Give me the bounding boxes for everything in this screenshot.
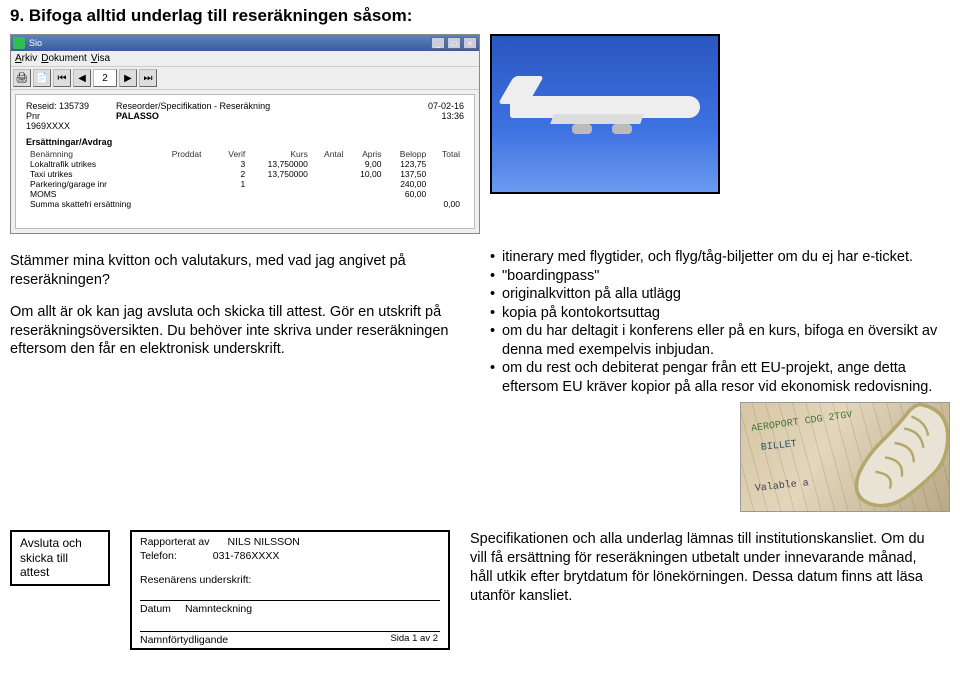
next-page-icon[interactable]: ▶ [119, 69, 137, 87]
close-button[interactable]: × [463, 37, 477, 49]
print-icon[interactable]: 🖨 [13, 69, 31, 87]
namnteckning-label: Namnteckning [185, 603, 252, 615]
table-row: Lokaltrafik utrikes313,7500009,00123,75 [26, 159, 464, 169]
submit-line1: Avsluta och [20, 536, 100, 550]
bullet-cardcopy: kopia på kontokortsuttag [490, 304, 950, 323]
rapporterat-label: Rapporterat av [140, 536, 209, 548]
menu-dokument[interactable]: Dokument [41, 53, 87, 64]
maximize-button[interactable]: □ [447, 37, 461, 49]
col-benamning: Benämning [26, 149, 168, 159]
airplane-image [490, 34, 720, 194]
first-page-icon[interactable]: ⏮ [53, 69, 71, 87]
last-page-icon[interactable]: ⏭ [139, 69, 157, 87]
bullet-itinerary: itinerary med flygtider, och flyg/tåg-bi… [490, 248, 950, 267]
check-paragraph: Stämmer mina kvitton och valutakurs, med… [10, 252, 470, 289]
app-title: Sio [29, 38, 42, 48]
telefon-value: 031-786XXXX [183, 550, 280, 562]
bullet-boardingpass: "boardingpass" [490, 267, 950, 286]
datum-label: Datum [140, 603, 171, 615]
table-row: Parkering/garage inr1240,00 [26, 179, 464, 189]
top-images-row: Sio _ □ × Arkiv Dokument Visa 🖨 📄 ⏮ ◀ 2 … [10, 34, 950, 234]
finish-paragraph: Om allt är ok kan jag avsluta och skicka… [10, 303, 470, 359]
page-indicator: Sida 1 av 2 [390, 633, 438, 644]
bullet-eu: om du rest och debiterat pengar från ett… [490, 359, 950, 396]
spec-title: Reseorder/Specifikation - Reseräkning [116, 101, 394, 111]
shoe-stamp-icon [827, 402, 950, 512]
signature-box: Rapporterat av NILS NILSSON Telefon: 031… [130, 530, 450, 650]
col-belopp: Belopp [385, 149, 430, 159]
table-row: MOMS60,00 [26, 189, 464, 199]
table-row: Summa skattefri ersättning0,00 [26, 199, 464, 209]
left-text-column: Stämmer mina kvitton och valutakurs, med… [10, 248, 470, 512]
window-titlebar: Sio _ □ × [11, 35, 479, 51]
pnr-value: 1969XXXX [26, 121, 70, 131]
bullet-receipts: originalkvitton på alla utlägg [490, 285, 950, 304]
prev-page-icon[interactable]: ◀ [73, 69, 91, 87]
table-row: Taxi utrikes213,75000010,00137,50 [26, 169, 464, 179]
minimize-button[interactable]: _ [431, 37, 445, 49]
submit-button[interactable]: Avsluta och skicka till attest [10, 530, 110, 585]
col-kurs: Kurs [249, 149, 312, 159]
col-total: Total [430, 149, 464, 159]
document-preview: Reseid: 135739 Pnr 1969XXXX Reseorder/Sp… [15, 94, 475, 229]
expense-app-window: Sio _ □ × Arkiv Dokument Visa 🖨 📄 ⏮ ◀ 2 … [10, 34, 480, 234]
page-heading: 9. Bifoga alltid underlag till reseräkni… [10, 6, 950, 26]
signature-line [140, 590, 440, 601]
bullet-conference: om du har deltagit i konferens eller på … [490, 322, 950, 359]
section-heading: Ersättningar/Avdrag [26, 137, 464, 147]
toolbar: 🖨 📄 ⏮ ◀ 2 ▶ ⏭ [11, 67, 479, 90]
boardingpass-image: AEROPORT CDG 2TGV BILLET Valable a [740, 402, 950, 512]
clarification-line [140, 621, 440, 632]
resenar-label: Resenärens underskrift: [140, 574, 440, 586]
reseid-value: 135739 [59, 101, 89, 111]
reseid-label: Reseid: [26, 101, 57, 111]
col-verif: Verif [217, 149, 249, 159]
submit-line2: skicka till attest [20, 551, 100, 580]
menu-arkiv[interactable]: Arkiv [15, 53, 37, 64]
system-name: PALASSO [116, 111, 394, 121]
telefon-label: Telefon: [140, 550, 177, 562]
expense-table: Benämning Proddat Verif Kurs Antal Apris… [26, 149, 464, 209]
doc-date: 07-02-16 [394, 101, 464, 111]
col-proddat: Proddat [168, 149, 217, 159]
menu-bar: Arkiv Dokument Visa [11, 51, 479, 67]
right-bullets-column: itinerary med flygtider, och flyg/tåg-bi… [490, 248, 950, 512]
copy-icon[interactable]: 📄 [33, 69, 51, 87]
col-apris: Apris [347, 149, 385, 159]
menu-visa[interactable]: Visa [91, 53, 110, 64]
app-icon [13, 37, 25, 49]
page-number-field[interactable]: 2 [93, 69, 117, 87]
col-antal: Antal [312, 149, 348, 159]
rapporterat-name: NILS NILSSON [215, 536, 299, 548]
doc-time: 13:36 [394, 111, 464, 121]
specification-paragraph: Specifikationen och alla underlag lämnas… [470, 530, 930, 605]
pnr-label: Pnr [26, 111, 40, 121]
